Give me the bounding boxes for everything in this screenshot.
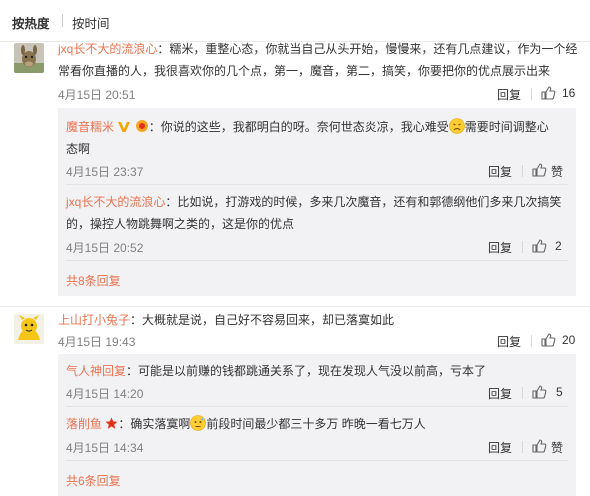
more-replies-link[interactable]: 共8条回复 [66, 272, 121, 289]
reply-text: ：比如说，打游戏的时候，多来几次魔音，还有和郭德纲他们多来几次搞笑 [165, 195, 562, 209]
reply-divider [66, 460, 568, 461]
reply-divider [66, 260, 568, 261]
avatar-donkey-icon [14, 43, 44, 73]
comment-text: ：大概就是说，自己好不容易回来，却已落寞如此 [130, 313, 395, 327]
reply-text-line2: 态啊 [66, 142, 91, 156]
member-badge-icon [135, 120, 148, 132]
sort-bar: 按热度 按时间 [0, 0, 590, 42]
reply-text-line2: 的，操控人物跳舞啊之类的，这是你的优点 [66, 217, 295, 231]
reply-text-cont: 前段时间最少都三十多万 昨晚一看七万人 [206, 417, 426, 431]
reply-button[interactable]: 回复 [488, 239, 512, 256]
reply-time: 4月15日 23:37 [66, 165, 144, 179]
reply-text: ：可能是以前赚的钱都跳通关系了，现在发现人气没以前高，亏本了 [126, 364, 487, 378]
thumbs-up-icon[interactable] [531, 238, 547, 254]
reply-text: ：确实落寞啊 [118, 417, 191, 431]
reply-username[interactable]: 魔音糯米 [66, 120, 114, 134]
action-divider [522, 241, 523, 253]
reply-text-cont: 需要时间调整心 [464, 120, 549, 134]
more-replies-link[interactable]: 共6条回复 [66, 472, 121, 489]
comment-text: ：糯米，重整心态，你就当自己从头开始，慢慢来，还有几点建议，作为一个经 [157, 42, 578, 56]
reply-time: 4月15日 14:20 [66, 387, 144, 401]
sort-by-time-tab[interactable]: 按时间 [72, 13, 110, 32]
thumbs-up-icon[interactable] [531, 438, 547, 454]
sweat-face-emoji-icon [190, 415, 207, 431]
like-label[interactable]: 赞 [551, 439, 563, 456]
reply-username[interactable]: 落削鱼 [66, 417, 102, 431]
vip-v-icon [118, 122, 131, 132]
like-label[interactable]: 赞 [551, 163, 563, 180]
thumbs-up-icon[interactable] [540, 332, 556, 348]
comment-divider [0, 306, 590, 307]
reply-button[interactable]: 回复 [497, 86, 521, 103]
like-count: 2 [555, 239, 562, 253]
action-divider [531, 88, 532, 100]
like-count: 16 [562, 86, 576, 100]
reply-divider [66, 406, 568, 407]
action-divider [531, 335, 532, 347]
reply-divider [66, 184, 568, 185]
comment-text-cont: 常看你直播的人，我很喜欢你的几个点，第一，魔音，第二，搞笑，你要把你的优点展示出… [58, 64, 551, 78]
comment-time: 4月15日 19:43 [58, 335, 136, 349]
sort-by-hot-tab[interactable]: 按热度 [12, 13, 50, 32]
thumbs-up-icon[interactable] [540, 85, 556, 101]
reply-time: 4月15日 14:34 [66, 441, 144, 455]
comment-username[interactable]: jxq长不大的流浪心 [58, 42, 157, 56]
like-count: 20 [562, 333, 576, 347]
reply-time: 4月15日 20:52 [66, 241, 144, 255]
reply-username[interactable]: jxq长不大的流浪心 [66, 195, 165, 209]
thumbs-up-icon[interactable] [531, 384, 547, 400]
sort-divider [62, 14, 63, 27]
comment-time: 4月15日 20:51 [58, 88, 136, 102]
comment-username[interactable]: 上山打小兔子 [58, 313, 130, 327]
sad-face-emoji-icon [448, 118, 465, 134]
action-divider [522, 165, 523, 177]
action-divider [522, 387, 523, 399]
reply-button[interactable]: 回复 [497, 333, 521, 350]
star-badge-icon [105, 417, 118, 429]
reply-text: ：你说的这些，我都明白的呀。奈何世态炎凉，我心难受 [148, 120, 449, 134]
avatar[interactable] [14, 314, 44, 344]
like-count: 5 [556, 385, 563, 399]
avatar[interactable] [14, 43, 44, 73]
reply-button[interactable]: 回复 [488, 385, 512, 402]
reply-button[interactable]: 回复 [488, 163, 512, 180]
thumbs-up-icon[interactable] [531, 162, 547, 178]
avatar-yellow-cartoon-icon [14, 314, 44, 344]
reply-username[interactable]: 气人神回复 [66, 364, 126, 378]
action-divider [522, 441, 523, 453]
reply-button[interactable]: 回复 [488, 439, 512, 456]
